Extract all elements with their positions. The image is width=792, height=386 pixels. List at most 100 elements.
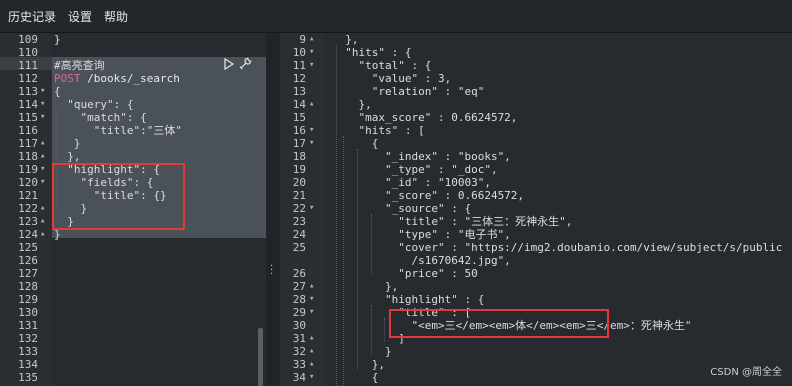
fold-toggle-icon[interactable]: ▾ bbox=[309, 137, 314, 150]
fold-toggle-icon[interactable]: ▴ bbox=[40, 202, 45, 215]
fold-toggle-icon[interactable]: ▾ bbox=[309, 124, 314, 137]
code-line[interactable]: 112 POST /books/_search bbox=[0, 72, 266, 85]
code-text: } bbox=[54, 33, 61, 46]
line-number: 18 bbox=[292, 150, 306, 163]
line-number: 129 bbox=[18, 293, 38, 306]
code-line[interactable]: 15 "max_score" : 0.6624572, bbox=[280, 111, 792, 124]
line-number: 122 bbox=[18, 202, 38, 215]
code-line[interactable]: 130 bbox=[0, 306, 266, 319]
line-number: 34 bbox=[292, 371, 306, 384]
line-number: 110 bbox=[18, 46, 38, 59]
code-line[interactable]: 115 ▾ "match": { bbox=[0, 111, 266, 124]
fold-toggle-icon[interactable]: ▾ bbox=[40, 98, 45, 111]
fold-toggle-icon[interactable]: ▾ bbox=[309, 202, 314, 215]
code-line[interactable]: 128 bbox=[0, 280, 266, 293]
code-line[interactable]: 113 ▾ { bbox=[0, 85, 266, 98]
fold-toggle-icon[interactable]: ▴ bbox=[309, 33, 314, 46]
fold-toggle-icon[interactable]: ▴ bbox=[40, 228, 45, 241]
fold-toggle-icon[interactable]: ▴ bbox=[309, 98, 314, 111]
code-line[interactable]: 133 bbox=[0, 345, 266, 358]
fold-toggle-icon[interactable]: ▴ bbox=[40, 215, 45, 228]
code-text: "max_score" : 0.6624572, bbox=[332, 111, 518, 124]
fold-toggle-icon[interactable]: ▾ bbox=[40, 163, 45, 176]
code-text: "_score" : 0.6624572, bbox=[332, 189, 525, 202]
response-viewer[interactable]: 9 ▴ }, 10 ▾ "hits" : {11 ▾ "total" : {12 "va… bbox=[280, 33, 792, 386]
code-line[interactable]: 114 ▾ "query": { bbox=[0, 98, 266, 111]
code-line[interactable]: 11 ▾ "total" : { bbox=[280, 59, 792, 72]
code-line[interactable]: 117 ▴ } bbox=[0, 137, 266, 150]
fold-toggle-icon[interactable]: ▴ bbox=[309, 345, 314, 358]
code-line[interactable]: 109} bbox=[0, 33, 266, 46]
watermark: CSDN @周全全 bbox=[710, 367, 782, 378]
code-line[interactable]: 116 "title":"三体" bbox=[0, 124, 266, 137]
code-text: { bbox=[54, 85, 61, 98]
highlight-annotation-box bbox=[52, 163, 185, 230]
line-number: 116 bbox=[18, 124, 38, 137]
line-number: 114 bbox=[18, 98, 38, 111]
code-text: "hits" : { bbox=[332, 46, 412, 59]
fold-toggle-icon[interactable]: ▴ bbox=[309, 358, 314, 371]
menu-settings[interactable]: 设置 bbox=[68, 8, 92, 25]
code-line[interactable]: 135 bbox=[0, 371, 266, 384]
fold-toggle-icon[interactable]: ▾ bbox=[309, 371, 314, 384]
line-number: 27 bbox=[292, 280, 306, 293]
fold-toggle-icon[interactable]: ▴ bbox=[309, 332, 314, 345]
left-scrollbar[interactable] bbox=[258, 328, 263, 386]
code-line[interactable]: 14 ▴ }, bbox=[280, 98, 792, 111]
fold-toggle-icon[interactable]: ▾ bbox=[309, 46, 314, 59]
code-line[interactable]: 13 "relation" : "eq" bbox=[280, 85, 792, 98]
line-number: 29 bbox=[292, 306, 306, 319]
line-number: 121 bbox=[18, 189, 38, 202]
code-text: "relation" : "eq" bbox=[332, 85, 485, 98]
code-line[interactable]: 12 "value" : 3, bbox=[280, 72, 792, 85]
code-line[interactable]: 125 bbox=[0, 241, 266, 254]
code-text: "type" : "电子书", bbox=[332, 228, 511, 241]
highlight-result-annotation-box bbox=[389, 309, 609, 338]
code-line[interactable]: 126 bbox=[0, 254, 266, 267]
code-line[interactable]: 129 bbox=[0, 293, 266, 306]
drag-handle-icon[interactable]: · · · bbox=[270, 262, 276, 280]
line-number: 10 bbox=[292, 46, 306, 59]
code-line[interactable]: 16 ▾ "hits" : [ bbox=[280, 124, 792, 137]
line-number: 117 bbox=[18, 137, 38, 150]
code-text: "highlight" : { bbox=[332, 293, 485, 306]
line-number: 115 bbox=[18, 111, 38, 124]
indent-guide bbox=[70, 122, 71, 152]
code-text: "cover" : "https://img2.doubanio.com/vie… bbox=[332, 241, 783, 254]
request-editor[interactable]: 109} 110 111 #高亮查询 112 POST /books/_search 113… bbox=[0, 33, 266, 386]
code-line[interactable]: 9 ▴ }, bbox=[280, 33, 792, 46]
code-text: POST /books/_search bbox=[54, 72, 180, 85]
code-line[interactable]: 134 bbox=[0, 358, 266, 371]
code-line[interactable]: 10 ▾ "hits" : { bbox=[280, 46, 792, 59]
fold-toggle-icon[interactable]: ▾ bbox=[309, 306, 314, 319]
fold-toggle-icon[interactable]: ▾ bbox=[40, 85, 45, 98]
code-line[interactable]: 118 ▴ }, bbox=[0, 150, 266, 163]
pane-splitter[interactable]: · · · bbox=[266, 33, 280, 386]
line-number: 127 bbox=[18, 267, 38, 280]
fold-toggle-icon[interactable]: ▴ bbox=[40, 150, 45, 163]
code-line[interactable]: 127 bbox=[0, 267, 266, 280]
line-number: 28 bbox=[292, 293, 306, 306]
fold-toggle-icon[interactable]: ▴ bbox=[40, 137, 45, 150]
code-line[interactable]: 132 bbox=[0, 332, 266, 345]
fold-toggle-icon[interactable]: ▾ bbox=[40, 111, 45, 124]
line-number: 16 bbox=[292, 124, 306, 137]
line-number: 32 bbox=[292, 345, 306, 358]
wrench-icon[interactable] bbox=[239, 57, 252, 70]
menu-history[interactable]: 历史记录 bbox=[8, 8, 56, 25]
line-number: 111 bbox=[18, 59, 38, 72]
fold-toggle-icon[interactable]: ▾ bbox=[309, 293, 314, 306]
fold-toggle-icon[interactable]: ▴ bbox=[309, 280, 314, 293]
line-number: 109 bbox=[18, 33, 38, 46]
play-icon[interactable] bbox=[224, 57, 234, 70]
line-number: 112 bbox=[18, 72, 38, 85]
line-number: 126 bbox=[18, 254, 38, 267]
code-text: } bbox=[332, 345, 392, 358]
line-number: 22 bbox=[292, 202, 306, 215]
code-text: }, bbox=[332, 98, 372, 111]
fold-toggle-icon[interactable]: ▾ bbox=[309, 59, 314, 72]
menu-help[interactable]: 帮助 bbox=[104, 8, 128, 25]
code-line[interactable]: 131 bbox=[0, 319, 266, 332]
line-number: 19 bbox=[292, 163, 306, 176]
fold-toggle-icon[interactable]: ▾ bbox=[40, 176, 45, 189]
